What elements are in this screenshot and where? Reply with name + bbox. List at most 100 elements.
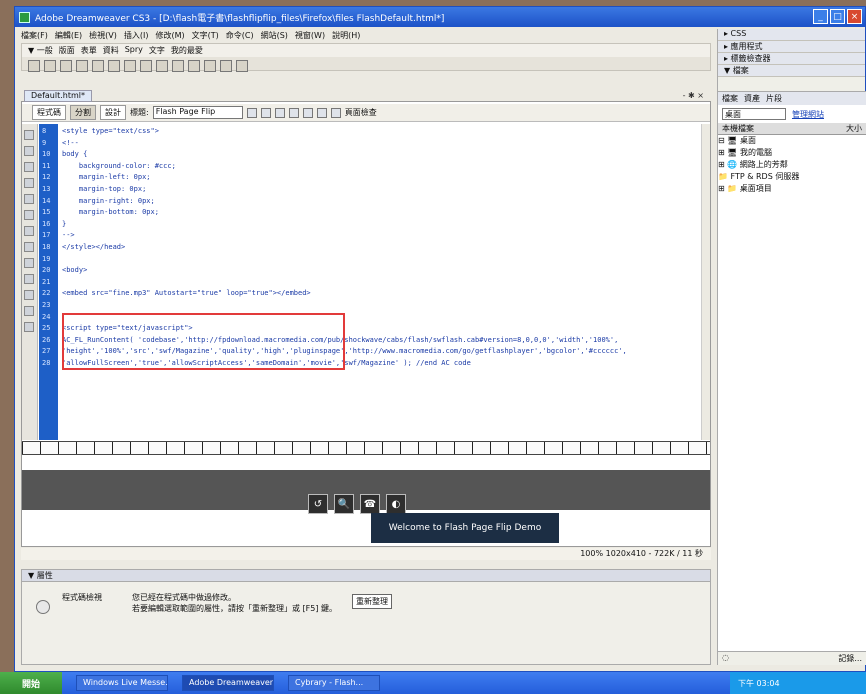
column-local-files[interactable]: 本機檔案 (722, 123, 754, 134)
menu-edit[interactable]: 編輯(E) (55, 30, 82, 41)
media-icon[interactable] (124, 60, 136, 72)
tree-item[interactable]: ⊞ 🌐 網路上的芳鄰 (718, 159, 866, 171)
validate-markup-icon[interactable] (316, 107, 327, 118)
view-options-icon[interactable] (288, 107, 299, 118)
code-line[interactable]: margin-bottom: 0px; (62, 208, 702, 220)
outdent-code-icon[interactable] (24, 322, 34, 332)
email-link-icon[interactable] (44, 60, 56, 72)
tab-snippets[interactable]: 片段 (766, 93, 782, 104)
table-icon[interactable] (76, 60, 88, 72)
document-tab[interactable]: Default.html* (24, 90, 92, 102)
remove-comment-icon[interactable] (24, 290, 34, 300)
title-bar[interactable]: Adobe Dreamweaver CS3 - [D:\flash電子書\fla… (15, 7, 865, 27)
expand-all-icon[interactable] (24, 178, 34, 188)
code-scrollbar[interactable] (701, 124, 710, 440)
menu-view[interactable]: 檢視(V) (89, 30, 117, 41)
minimize-button[interactable]: _ (813, 9, 828, 24)
menu-modify[interactable]: 修改(M) (155, 30, 184, 41)
taskbar-item-messenger[interactable]: Windows Live Messe... (76, 675, 168, 691)
line-numbers-icon[interactable] (24, 226, 34, 236)
files-panel-header[interactable]: ▼ 檔案 (718, 65, 865, 77)
insert-tab-common[interactable]: ▼ 一般 (28, 45, 53, 56)
script-icon[interactable] (204, 60, 216, 72)
tree-item[interactable]: ⊞ 🖥 我的電腦 (718, 147, 866, 159)
design-view-button[interactable]: 設計 (100, 105, 126, 120)
code-line[interactable]: </style></head> (62, 243, 702, 255)
log-button[interactable]: 記錄... (838, 653, 862, 664)
document-window-controls[interactable]: - ✱ × (683, 91, 704, 100)
collapse-selection-icon[interactable] (24, 162, 34, 172)
tree-item[interactable]: ⊞ 📁 桌面項目 (718, 183, 866, 195)
insert-tab-spry[interactable]: Spry (125, 45, 143, 56)
code-editor[interactable]: <style type="text/css"> <!-- body { back… (62, 124, 702, 440)
start-button[interactable]: 開始 (0, 672, 62, 694)
tag-chooser-icon[interactable] (236, 60, 248, 72)
tag-inspector-panel-header[interactable]: ▸ 標籤檢查器 (718, 53, 865, 65)
menu-help[interactable]: 說明(H) (332, 30, 360, 41)
menu-file[interactable]: 檔案(F) (21, 30, 48, 41)
date-icon[interactable] (140, 60, 152, 72)
refresh-icon[interactable] (274, 107, 285, 118)
image-icon[interactable] (108, 60, 120, 72)
code-line[interactable] (62, 278, 702, 290)
code-line[interactable]: <embed src="fine.mp3" Autostart="true" l… (62, 289, 702, 301)
word-wrap-icon[interactable] (24, 258, 34, 268)
collapse-tag-icon[interactable] (24, 146, 34, 156)
tab-assets[interactable]: 資產 (744, 93, 760, 104)
refresh-button[interactable]: 重新整理 (352, 594, 392, 609)
flash-contact-button[interactable]: ☎ (360, 494, 380, 514)
anchor-icon[interactable] (60, 60, 72, 72)
code-line[interactable]: body { (62, 150, 702, 162)
code-line[interactable]: margin-left: 0px; (62, 173, 702, 185)
file-management-icon[interactable] (246, 107, 257, 118)
balance-braces-icon[interactable] (24, 210, 34, 220)
server-side-include-icon[interactable] (156, 60, 168, 72)
code-line[interactable]: <body> (62, 266, 702, 278)
code-line[interactable]: --> (62, 231, 702, 243)
comment-icon[interactable] (172, 60, 184, 72)
flash-zoom-button[interactable]: 🔍 (334, 494, 354, 514)
browser-check-icon[interactable] (330, 107, 341, 118)
code-line[interactable]: margin-right: 0px; (62, 197, 702, 209)
close-button[interactable]: × (847, 9, 862, 24)
taskbar-item-dreamweaver[interactable]: Adobe Dreamweaver ... (182, 675, 274, 691)
code-line[interactable]: <style type="text/css"> (62, 127, 702, 139)
document-title-input[interactable]: Flash Page Flip (152, 106, 243, 119)
maximize-button[interactable]: □ (830, 9, 845, 24)
menu-insert[interactable]: 插入(I) (124, 30, 149, 41)
tab-files[interactable]: 檔案 (722, 93, 738, 104)
highlight-invalid-code-icon[interactable] (24, 242, 34, 252)
page-check-label[interactable]: 頁面檢查 (345, 107, 377, 118)
menu-commands[interactable]: 命令(C) (226, 30, 254, 41)
tray-clock[interactable]: 下午 03:04 (738, 678, 780, 689)
head-icon[interactable] (188, 60, 200, 72)
code-line[interactable]: <!-- (62, 139, 702, 151)
menu-text[interactable]: 文字(T) (192, 30, 219, 41)
split-view-button[interactable]: 分割 (70, 105, 96, 120)
insert-tab-text[interactable]: 文字 (149, 45, 165, 56)
code-line[interactable]: background-color: #ccc; (62, 162, 702, 174)
menu-site[interactable]: 網站(S) (261, 30, 288, 41)
code-line[interactable]: } (62, 220, 702, 232)
site-select[interactable]: 桌面 (722, 108, 786, 120)
flash-back-button[interactable]: ↺ (308, 494, 328, 514)
manage-sites-link[interactable]: 管理網站 (792, 109, 824, 120)
code-line[interactable] (62, 301, 702, 313)
insert-tab-forms[interactable]: 表單 (81, 45, 97, 56)
visual-aids-icon[interactable] (302, 107, 313, 118)
hyperlink-icon[interactable] (28, 60, 40, 72)
properties-header[interactable]: ▼ 屬性 (22, 570, 710, 582)
div-icon[interactable] (92, 60, 104, 72)
code-view-button[interactable]: 程式碼 (32, 105, 66, 120)
preview-in-browser-icon[interactable] (260, 107, 271, 118)
design-view[interactable]: ↺ 🔍 ☎ ◐ Welcome to Flash Page Flip Demo (22, 456, 710, 546)
insert-tab-data[interactable]: 資料 (103, 45, 119, 56)
template-icon[interactable] (220, 60, 232, 72)
application-panel-header[interactable]: ▸ 應用程式 (718, 41, 865, 53)
open-documents-icon[interactable] (24, 130, 34, 140)
tree-item[interactable]: ⊟ 🖥 桌面 (718, 135, 866, 147)
code-line[interactable]: margin-top: 0px; (62, 185, 702, 197)
column-size[interactable]: 大小 (846, 123, 862, 134)
select-parent-tag-icon[interactable] (24, 194, 34, 204)
insert-tab-layout[interactable]: 版面 (59, 45, 75, 56)
